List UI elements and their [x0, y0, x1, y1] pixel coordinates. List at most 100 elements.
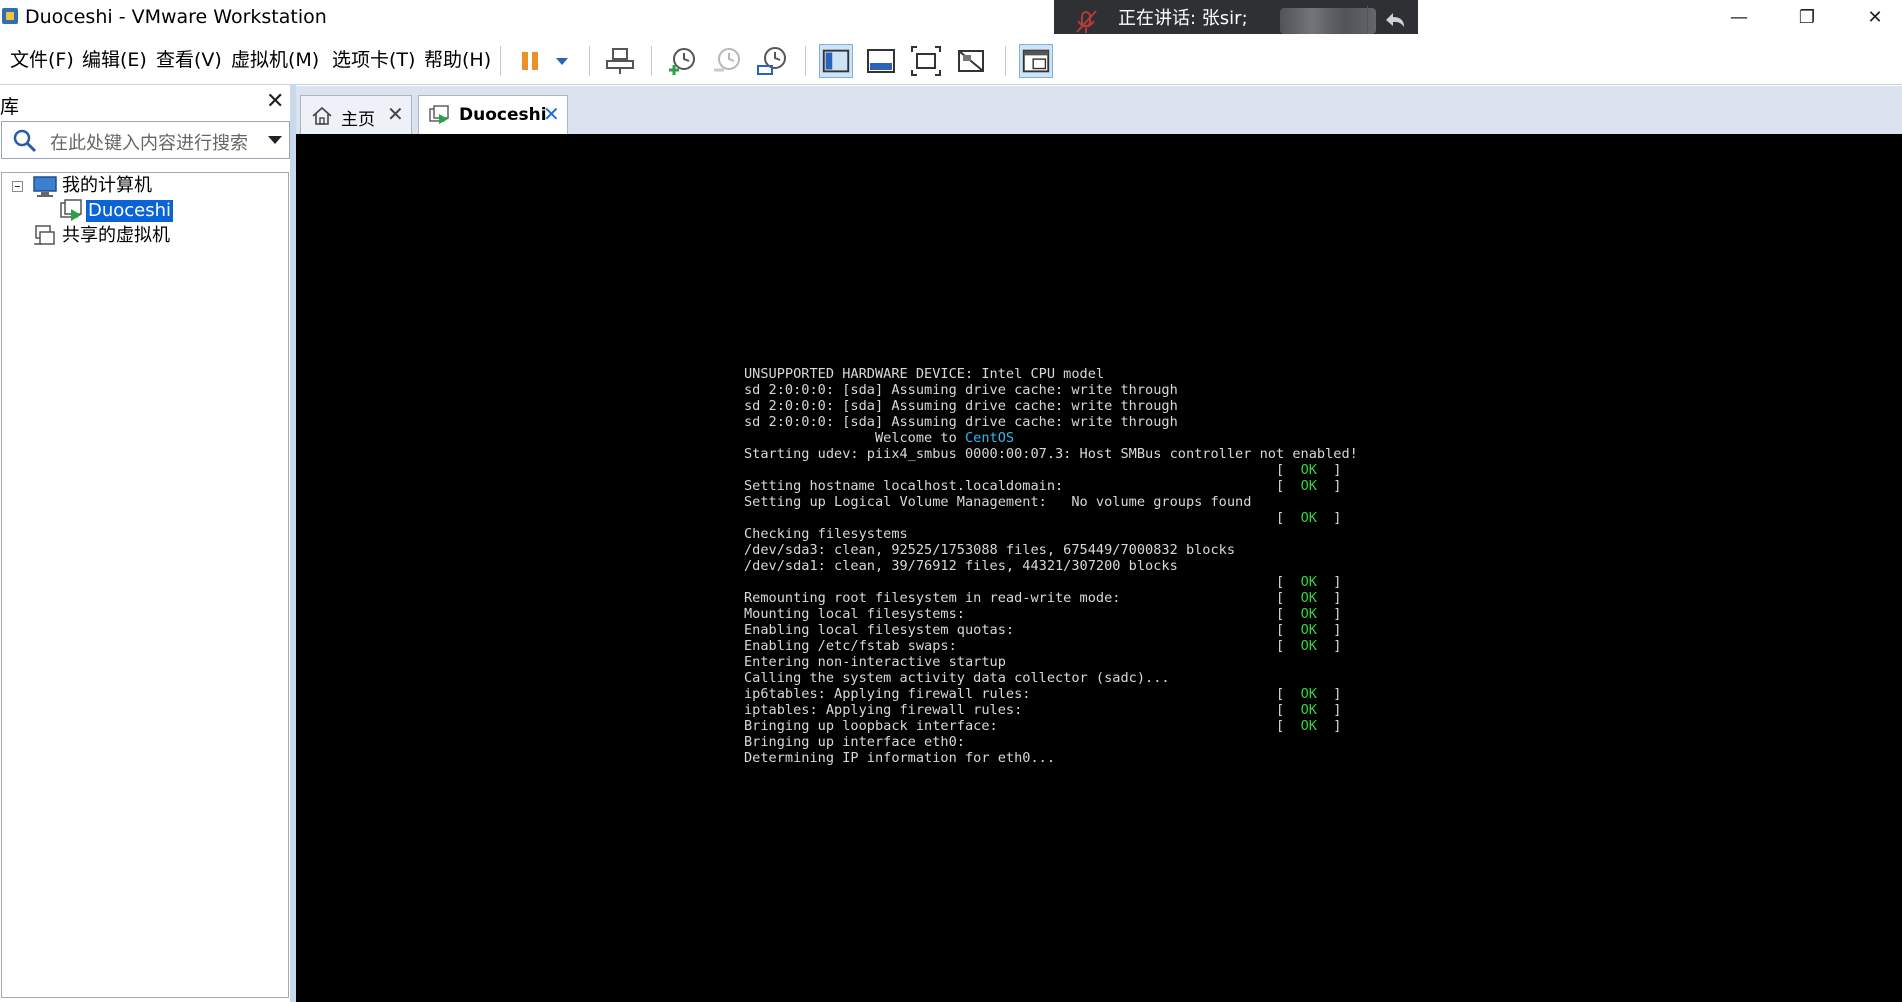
snapshot-revert-icon[interactable]: [710, 44, 744, 78]
console-line-text: Calling the system activity data collect…: [744, 670, 1170, 686]
console-line-text: sd 2:0:0:0: [sda] Assuming drive cache: …: [744, 382, 1178, 398]
console-line: Setting hostname localhost.localdomain: […: [744, 478, 1358, 494]
console-ok-status: [ OK ]: [1276, 510, 1342, 526]
console-line: Mounting local filesystems: [ OK ]: [744, 606, 1358, 622]
tab-home-close-icon[interactable]: ✕: [387, 102, 404, 126]
console-line-text: ip6tables: Applying firewall rules:: [744, 686, 1031, 702]
pause-icon[interactable]: [513, 44, 547, 78]
return-arrow-icon[interactable]: [1376, 6, 1412, 34]
console-line-text: Entering non-interactive startup: [744, 654, 1006, 670]
console-ok-status: [ OK ]: [1276, 718, 1342, 734]
console-line: sd 2:0:0:0: [sda] Assuming drive cache: …: [744, 398, 1358, 414]
console-ok-status: [ OK ]: [1276, 590, 1342, 606]
send-ctrl-alt-del-icon[interactable]: [603, 44, 637, 78]
console-ok-status: [ OK ]: [1276, 702, 1342, 718]
vm-console[interactable]: UNSUPPORTED HARDWARE DEVICE: Intel CPU m…: [296, 134, 1902, 1002]
console-ok-status: [ OK ]: [1276, 478, 1342, 494]
console-line-text: Checking filesystems: [744, 526, 908, 542]
console-ok-status: [ OK ]: [1276, 462, 1342, 478]
console-line: [ OK ]: [744, 462, 1358, 478]
console-line: ip6tables: Applying firewall rules: [ OK …: [744, 686, 1358, 702]
console-line: Checking filesystems: [744, 526, 1358, 542]
console-line-text: Starting udev: piix4_smbus 0000:00:07.3:…: [744, 446, 1358, 462]
console-line-text: iptables: Applying firewall rules:: [744, 702, 1023, 718]
console-line-text: Setting hostname localhost.localdomain:: [744, 478, 1064, 494]
tree-item-vm[interactable]: Duoceshi: [84, 199, 175, 223]
menu-toolbar: 文件(F) 编辑(E) 查看(V) 虚拟机(M) 选项卡(T) 帮助(H): [0, 34, 1902, 85]
close-button[interactable]: ✕: [1848, 0, 1902, 34]
console-ok-status: [ OK ]: [1276, 574, 1342, 590]
console-line: Entering non-interactive startup: [744, 654, 1358, 670]
console-line: UNSUPPORTED HARDWARE DEVICE: Intel CPU m…: [744, 366, 1358, 382]
console-line: Starting udev: piix4_smbus 0000:00:07.3:…: [744, 446, 1358, 462]
console-line: sd 2:0:0:0: [sda] Assuming drive cache: …: [744, 414, 1358, 430]
snapshot-take-icon[interactable]: [665, 44, 699, 78]
menu-vm[interactable]: 虚拟机(M): [231, 48, 319, 72]
home-icon: [312, 106, 332, 125]
menu-view[interactable]: 查看(V): [156, 48, 222, 72]
console-ok-status: [ OK ]: [1276, 622, 1342, 638]
console-line: Bringing up loopback interface: [ OK ]: [744, 718, 1358, 734]
console-line-text: Enabling /etc/fstab swaps:: [744, 638, 957, 654]
tab-duoceshi-label: Duoceshi: [459, 105, 547, 125]
console-line-text: UNSUPPORTED HARDWARE DEVICE: Intel CPU m…: [744, 366, 1105, 382]
tab-home[interactable]: 主页 ✕: [300, 95, 412, 134]
search-placeholder[interactable]: 在此处键入内容进行搜索: [50, 129, 248, 155]
console-view-icon[interactable]: [1019, 44, 1053, 78]
toolbar-divider: [500, 46, 501, 76]
menu-file[interactable]: 文件(F): [10, 48, 74, 72]
tab-strip: 主页 ✕ Duoceshi ✕: [296, 86, 1902, 134]
tab-duoceshi[interactable]: Duoceshi ✕: [418, 95, 568, 134]
tab-duoceshi-close-icon[interactable]: ✕: [543, 102, 560, 126]
library-search-box[interactable]: 在此处键入内容进行搜索: [1, 121, 290, 159]
library-header: 库 ✕: [0, 86, 292, 120]
tree-collapse-toggle[interactable]: [12, 181, 23, 192]
console-output: UNSUPPORTED HARDWARE DEVICE: Intel CPU m…: [744, 366, 1358, 766]
console-ok-status: [ OK ]: [1276, 606, 1342, 622]
library-title: 库: [0, 96, 20, 118]
toolbar-divider: [589, 46, 590, 76]
console-line: iptables: Applying firewall rules: [ OK ]: [744, 702, 1358, 718]
computer-icon: [33, 176, 57, 197]
console-line: Bringing up interface eth0:: [744, 734, 1358, 750]
console-line-text: Determining IP information for eth0...: [744, 750, 1055, 766]
toolbar-divider: [651, 46, 652, 76]
snapshot-manager-icon[interactable]: [755, 44, 789, 78]
console-line: Welcome to CentOS: [744, 430, 1358, 446]
console-line: Calling the system activity data collect…: [744, 670, 1358, 686]
console-line: /dev/sda3: clean, 92525/1753088 files, 6…: [744, 542, 1358, 558]
menu-help[interactable]: 帮助(H): [424, 48, 491, 72]
console-line-text: /dev/sda3: clean, 92525/1753088 files, 6…: [744, 542, 1236, 558]
dropdown-arrow-icon[interactable]: [548, 44, 576, 78]
thumbnail-bar-icon[interactable]: [864, 44, 898, 78]
vm-running-icon: [60, 199, 82, 221]
restore-button[interactable]: ❐: [1780, 0, 1834, 34]
tree-item-my-computer[interactable]: 我的计算机: [62, 175, 152, 197]
console-line-text: /dev/sda1: clean, 39/76912 files, 44321/…: [744, 558, 1178, 574]
console-line-text: Enabling local filesystem quotas:: [744, 622, 1015, 638]
library-close-button[interactable]: ✕: [266, 89, 284, 114]
minimize-button[interactable]: —: [1712, 0, 1766, 34]
console-line: Enabling /etc/fstab swaps: [ OK ]: [744, 638, 1358, 654]
vmware-app-icon: [2, 8, 18, 24]
menu-tabs[interactable]: 选项卡(T): [332, 48, 415, 72]
console-line: Setting up Logical Volume Management: No…: [744, 494, 1358, 510]
toolbar-divider: [1005, 46, 1006, 76]
console-line-text: Bringing up loopback interface:: [744, 718, 998, 734]
library-tree: 我的计算机 Duoceshi 共享的虚拟机: [1, 172, 289, 998]
muted-mic-icon[interactable]: [1066, 8, 1106, 36]
console-line: /dev/sda1: clean, 39/76912 files, 44321/…: [744, 558, 1358, 574]
search-dropdown-arrow-icon[interactable]: [268, 136, 282, 144]
title-bar: Duoceshi - VMware Workstation 正在讲话: 张sir…: [0, 0, 1902, 43]
unity-icon[interactable]: [954, 44, 988, 78]
menu-edit[interactable]: 编辑(E): [82, 48, 147, 72]
tree-item-shared-vms[interactable]: 共享的虚拟机: [62, 225, 170, 247]
meeting-divider: [1367, 6, 1368, 34]
fullscreen-icon[interactable]: [909, 44, 943, 78]
show-library-icon[interactable]: [819, 44, 853, 78]
blurred-avatars: [1280, 8, 1376, 34]
search-icon: [13, 129, 37, 153]
window-title: Duoceshi - VMware Workstation: [25, 6, 327, 28]
console-line-text: Bringing up interface eth0:: [744, 734, 965, 750]
speaking-label: 正在讲话: 张sir;: [1118, 8, 1248, 29]
